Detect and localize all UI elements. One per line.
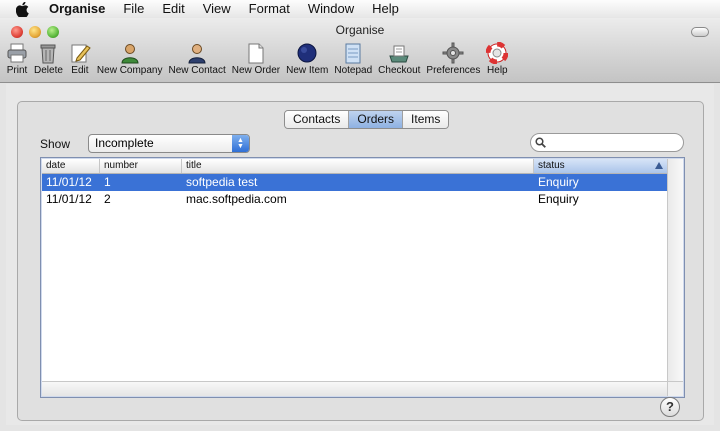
cell-date: 11/01/12 — [46, 175, 92, 189]
print-label: Print — [6, 65, 28, 76]
delete-button[interactable]: Delete — [34, 42, 63, 76]
edit-label: Edit — [71, 65, 89, 76]
help-question-icon[interactable]: ? — [660, 397, 680, 417]
table-header: date number title status — [42, 159, 667, 174]
show-filter-value: Incomplete — [95, 136, 154, 150]
toolbar-toggle-button[interactable] — [691, 27, 709, 37]
column-header-title[interactable]: title — [182, 159, 534, 173]
table-row[interactable]: 11/01/12 1 softpedia test Enquiry — [42, 174, 667, 191]
menu-format[interactable]: Format — [240, 0, 299, 18]
column-header-status[interactable]: status — [534, 159, 667, 173]
contact-icon — [188, 44, 206, 64]
edit-icon — [71, 44, 91, 63]
new-item-button[interactable]: New Item — [286, 42, 328, 76]
new-contact-label: New Contact — [168, 65, 226, 76]
trash-icon — [40, 44, 56, 64]
menu-window[interactable]: Window — [299, 0, 363, 18]
tab-orders[interactable]: Orders — [349, 111, 404, 128]
print-button[interactable]: Print — [6, 42, 28, 76]
delete-label: Delete — [34, 65, 63, 76]
vertical-scrollbar[interactable] — [667, 159, 683, 381]
menu-file[interactable]: File — [114, 0, 153, 18]
item-icon — [297, 43, 317, 63]
company-icon — [121, 44, 139, 64]
search-icon — [535, 137, 546, 148]
menu-edit[interactable]: Edit — [153, 0, 193, 18]
sort-ascending-icon — [655, 162, 663, 169]
cell-status: Enquiry — [538, 192, 579, 206]
popup-arrows-icon: ▲ ▼ — [232, 135, 249, 152]
view-segmented-control: Contacts Orders Items — [284, 110, 450, 129]
cell-title: mac.softpedia.com — [186, 192, 287, 206]
orders-table: date number title status 11/01/12 1 soft… — [40, 157, 685, 398]
main-window: Organise Print Delete Edit New Company N… — [0, 18, 720, 431]
notepad-label: Notepad — [334, 65, 373, 76]
notepad-icon — [345, 43, 361, 64]
preferences-button[interactable]: Preferences — [426, 42, 480, 76]
menu-bar: Organise File Edit View Format Window He… — [0, 0, 720, 19]
content-area: Contacts Orders Items Show Incomplete ▲ ▼… — [6, 84, 714, 425]
tab-items[interactable]: Items — [403, 111, 449, 128]
new-contact-button[interactable]: New Contact — [169, 42, 226, 76]
horizontal-scrollbar[interactable] — [42, 381, 667, 396]
menu-view[interactable]: View — [194, 0, 240, 18]
cell-number: 1 — [104, 175, 111, 189]
show-filter-label: Show — [40, 137, 71, 151]
column-header-status-label: status — [538, 160, 565, 171]
checkout-label: Checkout — [378, 65, 421, 76]
printer-icon — [7, 43, 27, 63]
edit-button[interactable]: Edit — [69, 42, 91, 76]
table-row[interactable]: 11/01/12 2 mac.softpedia.com Enquiry — [42, 191, 667, 208]
cell-date: 11/01/12 — [46, 192, 92, 206]
help-button[interactable]: Help — [486, 42, 509, 76]
lifebuoy-icon — [486, 42, 509, 64]
gear-icon — [442, 42, 464, 64]
scroll-corner — [667, 381, 683, 396]
apple-menu-icon[interactable] — [14, 1, 30, 17]
show-filter-select[interactable]: Incomplete ▲ ▼ — [88, 134, 250, 153]
new-company-button[interactable]: New Company — [97, 42, 163, 76]
column-header-date[interactable]: date — [42, 159, 100, 173]
new-order-label: New Order — [231, 65, 281, 76]
new-order-button[interactable]: New Order — [232, 42, 280, 76]
cell-status: Enquiry — [538, 175, 579, 189]
new-company-label: New Company — [96, 65, 163, 76]
checkout-icon — [389, 45, 409, 63]
preferences-label: Preferences — [426, 65, 481, 76]
search-field[interactable] — [530, 133, 684, 152]
column-header-number[interactable]: number — [100, 159, 182, 173]
order-icon — [248, 43, 264, 64]
title-bar: Organise Print Delete Edit New Company N… — [0, 18, 720, 83]
menu-app-name[interactable]: Organise — [40, 0, 114, 18]
cell-title: softpedia test — [186, 175, 258, 189]
menu-help[interactable]: Help — [363, 0, 408, 18]
new-item-label: New Item — [286, 65, 329, 76]
notepad-button[interactable]: Notepad — [334, 42, 372, 76]
cell-number: 2 — [104, 192, 111, 206]
window-title: Organise — [335, 23, 385, 37]
tab-contacts[interactable]: Contacts — [285, 111, 350, 128]
toolbar: Print Delete Edit New Company New Contac… — [6, 42, 514, 78]
checkout-button[interactable]: Checkout — [378, 42, 420, 76]
help-label: Help — [487, 65, 508, 76]
